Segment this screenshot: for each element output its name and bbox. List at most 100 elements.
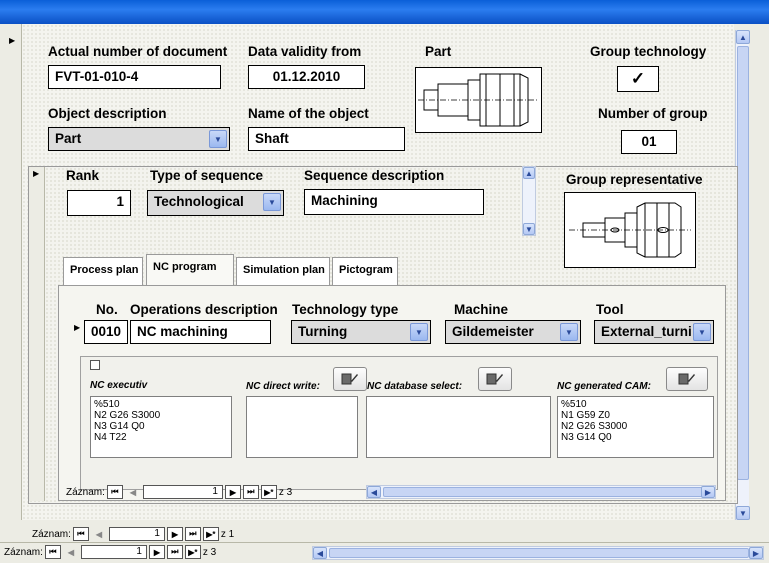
scroll-left-icon[interactable]: ◀: [313, 547, 327, 559]
nc-executiv-label: NC executiv: [90, 380, 148, 391]
validity-date-field[interactable]: 01.12.2010: [248, 65, 365, 89]
scroll-up-icon[interactable]: ▲: [736, 30, 750, 44]
previous-record-icon[interactable]: ◀: [91, 527, 107, 541]
object-description-dropdown[interactable]: Part ▼: [48, 127, 230, 151]
chevron-down-icon[interactable]: ▼: [693, 323, 711, 341]
nc-database-select-textarea[interactable]: [366, 396, 551, 458]
machine-label: Machine: [454, 302, 509, 317]
group-technology-checkbox[interactable]: ✓: [617, 66, 659, 92]
group-number-field[interactable]: 01: [621, 130, 677, 154]
cam-icon: [678, 373, 695, 385]
group-representative-image: [564, 192, 696, 268]
document-number-label: Actual number of document: [48, 44, 228, 59]
scroll-down-icon[interactable]: ▼: [523, 223, 535, 235]
operation-number-field[interactable]: 0010: [84, 320, 128, 344]
scroll-thumb[interactable]: [383, 487, 703, 497]
scroll-thumb[interactable]: [737, 46, 749, 480]
operations-description-field[interactable]: NC machining: [130, 320, 271, 344]
scroll-right-icon[interactable]: ▶: [749, 547, 763, 559]
group-number-label: Number of group: [598, 106, 708, 121]
technology-type-label: Technology type: [292, 302, 399, 317]
tab-simulation-plan[interactable]: Simulation plan: [236, 257, 330, 285]
nc-direct-write-label: NC direct write:: [246, 381, 320, 392]
operations-description-label: Operations description: [130, 302, 278, 317]
tool-value: External_turni: [601, 324, 692, 339]
current-record-field[interactable]: 1: [80, 545, 147, 559]
first-record-icon[interactable]: ⏮: [72, 527, 89, 541]
first-record-icon[interactable]: ⏮: [106, 485, 123, 499]
chevron-down-icon[interactable]: ▼: [410, 323, 428, 341]
scroll-thumb[interactable]: [329, 548, 749, 558]
record-selector-column[interactable]: ▶: [0, 24, 22, 520]
last-record-icon[interactable]: ⏭: [166, 545, 183, 559]
sequence-record-selector[interactable]: ▶: [29, 167, 45, 501]
group-technology-label: Group technology: [590, 44, 707, 59]
window-titlebar: [0, 0, 769, 24]
nc-direct-write-textarea[interactable]: [246, 396, 358, 458]
technology-type-dropdown[interactable]: Turning ▼: [291, 320, 431, 344]
write-icon: [341, 373, 358, 385]
record-total-label: z 1: [220, 528, 235, 540]
scroll-right-icon[interactable]: ▶: [701, 486, 715, 498]
scroll-up-icon[interactable]: ▲: [523, 167, 535, 179]
current-record-field[interactable]: 1: [142, 485, 223, 499]
nc-database-select-label: NC database select:: [367, 381, 463, 392]
tab-nc-program[interactable]: NC program: [146, 254, 234, 285]
nc-executiv-textarea[interactable]: %510 N2 G26 S3000 N3 G14 Q0 N4 T22: [90, 396, 232, 458]
scroll-down-icon[interactable]: ▼: [736, 506, 750, 520]
main-record-navigation: Záznam: ⏮ ◀ 1 ▶ ⏭ ▶* z 3: [4, 545, 216, 559]
main-horizontal-scrollbar[interactable]: ◀ ▶: [312, 546, 764, 560]
next-record-icon[interactable]: ▶: [224, 485, 241, 499]
scroll-left-icon[interactable]: ◀: [367, 486, 381, 498]
object-name-label: Name of the object: [248, 106, 369, 121]
nc-direct-write-button[interactable]: [333, 367, 367, 391]
part-image: [415, 67, 542, 133]
last-record-icon[interactable]: ⏭: [184, 527, 201, 541]
shaft-drawing-icon: [418, 73, 538, 127]
sequence-description-field[interactable]: Machining: [304, 189, 484, 215]
group-shaft-drawing-icon: [569, 202, 691, 258]
rank-field[interactable]: 1: [67, 190, 131, 216]
object-name-field[interactable]: Shaft: [248, 127, 405, 151]
database-icon: [486, 373, 503, 385]
chevron-down-icon[interactable]: ▼: [560, 323, 578, 341]
new-record-icon[interactable]: ▶*: [202, 527, 219, 541]
document-number-field[interactable]: FVT-01-010-4: [48, 65, 221, 89]
nc-record-checkbox[interactable]: [90, 360, 100, 370]
sequence-type-label: Type of sequence: [150, 168, 264, 183]
previous-record-icon[interactable]: ◀: [63, 545, 79, 559]
record-total-label: z 3: [202, 546, 217, 558]
previous-record-icon[interactable]: ◀: [125, 485, 141, 499]
machine-value: Gildemeister: [452, 324, 534, 339]
sequence-description-scrollbar[interactable]: ▲ ▼: [522, 166, 536, 236]
tool-label: Tool: [596, 302, 624, 317]
nc-record-navigation: Záznam: ⏮ ◀ 1 ▶ ⏭ ▶* z 3: [66, 485, 292, 499]
record-total-label: z 3: [278, 486, 293, 498]
nc-generated-cam-textarea[interactable]: %510 N1 G59 Z0 N2 G26 S3000 N3 G14 Q0: [557, 396, 714, 458]
operation-current-arrow-icon: ▶: [74, 323, 81, 332]
nc-horizontal-scrollbar[interactable]: ◀ ▶: [366, 485, 716, 499]
sequence-type-value: Technological: [154, 194, 244, 209]
nc-generated-cam-button[interactable]: [666, 367, 708, 391]
chevron-down-icon[interactable]: ▼: [209, 130, 227, 148]
tool-dropdown[interactable]: External_turni ▼: [594, 320, 714, 344]
current-record-field[interactable]: 1: [108, 527, 165, 541]
record-navigation-label: Záznam:: [66, 486, 105, 498]
first-record-icon[interactable]: ⏮: [44, 545, 61, 559]
tab-pictogram[interactable]: Pictogram: [332, 257, 398, 285]
sequence-record-navigation: Záznam: ⏮ ◀ 1 ▶ ⏭ ▶* z 1: [32, 527, 234, 541]
next-record-icon[interactable]: ▶: [166, 527, 183, 541]
nc-database-select-button[interactable]: [478, 367, 512, 391]
technology-type-value: Turning: [298, 324, 348, 339]
new-record-icon[interactable]: ▶*: [260, 485, 277, 499]
sequence-type-dropdown[interactable]: Technological ▼: [147, 190, 284, 216]
record-navigation-label: Záznam:: [4, 546, 43, 558]
chevron-down-icon[interactable]: ▼: [263, 193, 281, 211]
nc-generated-cam-label: NC generated CAM:: [557, 381, 651, 392]
tab-process-plan[interactable]: Process plan: [63, 257, 143, 285]
next-record-icon[interactable]: ▶: [148, 545, 165, 559]
object-description-value: Part: [55, 131, 82, 146]
last-record-icon[interactable]: ⏭: [242, 485, 259, 499]
new-record-icon[interactable]: ▶*: [184, 545, 201, 559]
machine-dropdown[interactable]: Gildemeister ▼: [445, 320, 581, 344]
